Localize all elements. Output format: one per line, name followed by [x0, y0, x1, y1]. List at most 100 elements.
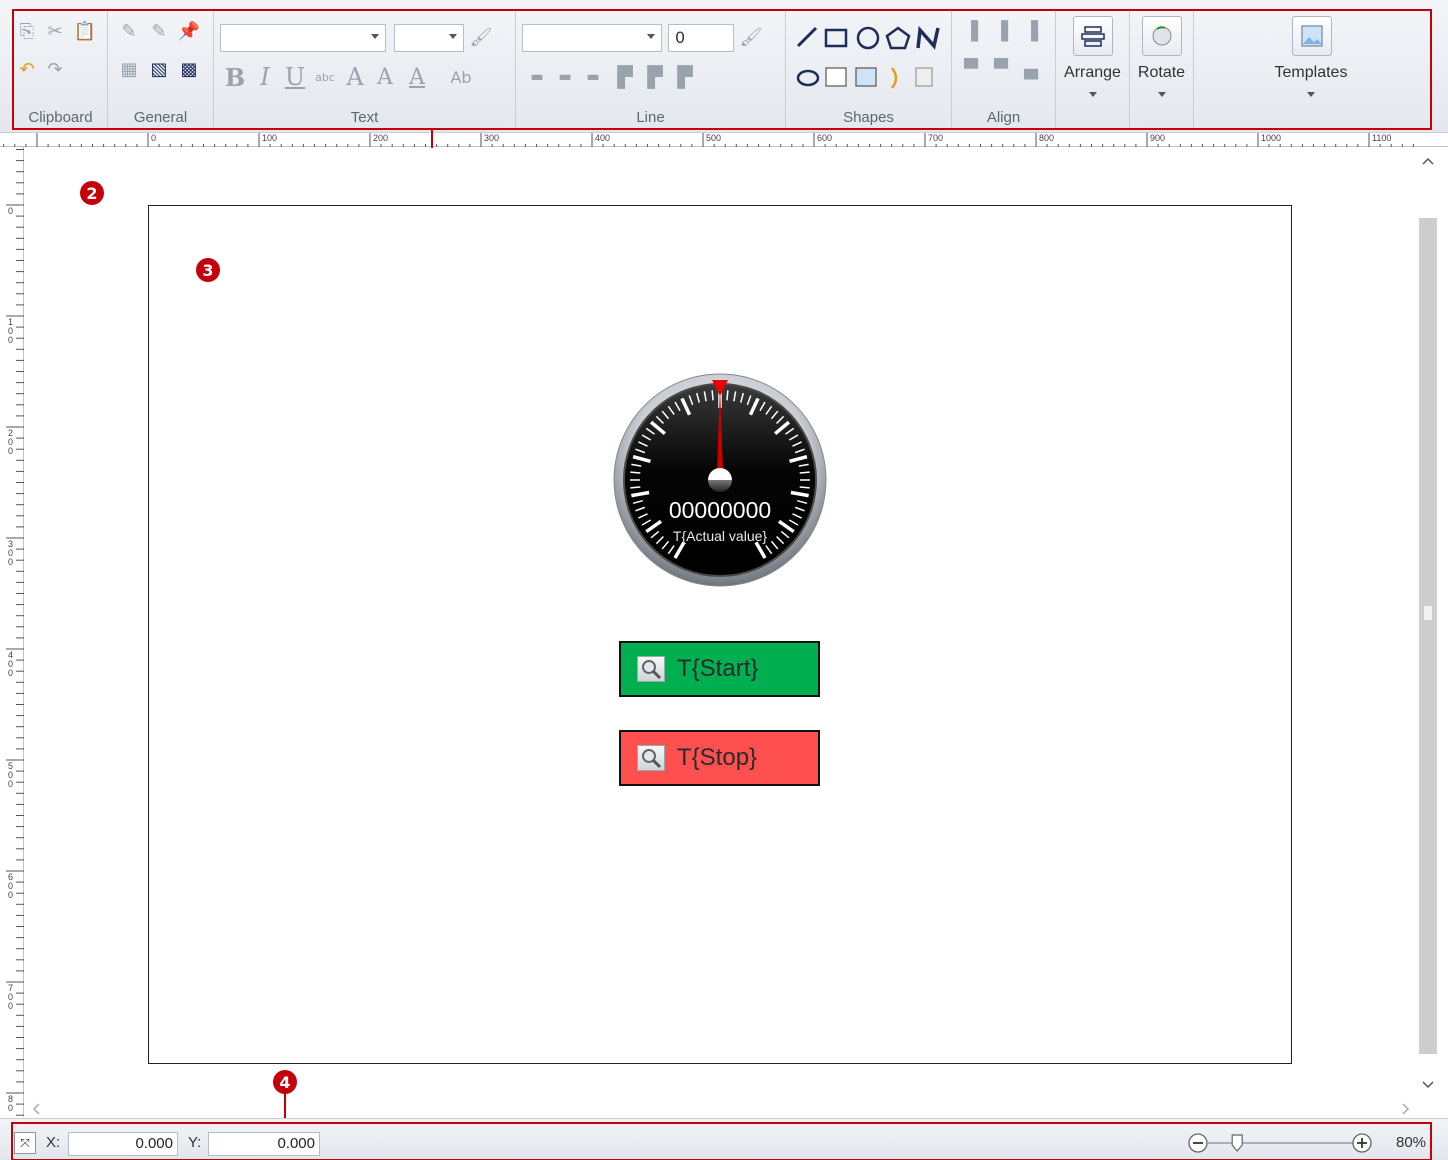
zoom-percentage: 80%: [1396, 1134, 1427, 1151]
align-right-icon[interactable]: ▐: [1020, 20, 1042, 42]
ruler-label: 600: [817, 133, 833, 143]
ruler-label: 2 0 0: [8, 428, 14, 456]
image-tool-icon[interactable]: [855, 67, 877, 87]
underline-icon[interactable]: U: [284, 63, 306, 91]
gauge-hub: [708, 468, 732, 492]
format-painter-copy-icon[interactable]: ✎: [148, 20, 170, 42]
callout-badge-4: 4: [273, 1070, 297, 1094]
rectangle-tool-icon[interactable]: [824, 28, 848, 48]
undo-icon[interactable]: ↶: [16, 58, 38, 80]
strikethrough-icon[interactable]: abc: [314, 66, 336, 88]
rotate-button[interactable]: Rotate: [1130, 64, 1193, 82]
grow-font-icon[interactable]: A: [344, 63, 366, 91]
ruler-label: 6 0 0: [8, 872, 14, 900]
shape-tools: [796, 25, 940, 89]
align-left-icon[interactable]: ▐: [960, 20, 982, 42]
gauge-value-display: 00000000: [669, 497, 771, 523]
connector-tool-icon[interactable]: [890, 67, 898, 89]
line-end-arrow-icon[interactable]: ▬: [526, 66, 548, 88]
zoom-thumb[interactable]: [1231, 1134, 1243, 1152]
line-end-round-icon[interactable]: ▬: [554, 66, 576, 88]
corner-square-icon[interactable]: ▛: [614, 65, 636, 89]
scroll-right-icon[interactable]: [1402, 1103, 1410, 1115]
vertical-scrollbar[interactable]: [1417, 148, 1439, 1100]
ribbon-group-label: Text: [350, 109, 379, 126]
corner-round-icon[interactable]: ▛: [674, 65, 696, 89]
line-width-input[interactable]: 0: [668, 24, 734, 52]
ruler-label: 1000: [1261, 133, 1282, 143]
start-button[interactable]: T{Start}: [619, 641, 820, 697]
arrange-icon[interactable]: [1073, 16, 1113, 56]
ruler-label: 900: [1150, 133, 1166, 143]
ribbon-group-rotate[interactable]: Rotate: [1130, 10, 1194, 130]
corner-bevel-icon[interactable]: ▛: [644, 65, 666, 89]
ribbon-group-label: General: [133, 109, 188, 126]
zoom-slider[interactable]: [1186, 1131, 1376, 1155]
font-color-icon[interactable]: A: [406, 65, 428, 90]
scroll-left-icon[interactable]: [32, 1103, 40, 1115]
italic-icon[interactable]: I: [254, 63, 276, 91]
format-painter-icon[interactable]: ✎: [118, 20, 140, 42]
font-family-combo[interactable]: [220, 24, 386, 52]
copy-icon[interactable]: ⎘: [16, 20, 38, 42]
select-icon[interactable]: ▧: [148, 58, 170, 80]
start-button-label: T{Start}: [677, 655, 759, 682]
gauge-tick: [711, 390, 714, 401]
component-tool-icon[interactable]: [915, 67, 933, 87]
templates-button[interactable]: Templates: [1194, 64, 1428, 82]
ribbon-group-general: ✎ ✎ 📌 ▦ ▧ ▩ General: [108, 10, 214, 130]
y-coordinate-field[interactable]: 0.000: [208, 1132, 320, 1156]
pin-icon[interactable]: 📌: [178, 20, 200, 42]
polyline-tool-icon[interactable]: [916, 25, 940, 50]
gauge-caption: T{Actual value}: [673, 528, 767, 544]
line-color-icon[interactable]: 🖌: [740, 26, 763, 48]
templates-icon[interactable]: [1292, 16, 1332, 56]
ellipse-tool-icon[interactable]: [796, 69, 820, 87]
paste-icon[interactable]: 📋: [74, 20, 96, 42]
ruler-label: 300: [484, 133, 500, 143]
ruler-label: 500: [706, 133, 722, 143]
callout-badge-3: 3: [196, 258, 220, 282]
ruler-label: 200: [373, 133, 389, 143]
shrink-font-icon[interactable]: A: [374, 65, 396, 90]
ribbon-group-templates[interactable]: Templates: [1194, 10, 1428, 130]
text-color-icon[interactable]: 🖌: [470, 26, 493, 48]
grid-icon[interactable]: ▦: [118, 58, 140, 80]
cut-icon[interactable]: ✂: [44, 20, 66, 42]
horizontal-ruler: 0 100 200 300 400 500 600 700 800 900 1000 1100: [0, 133, 1448, 147]
scroll-up-icon[interactable]: [1422, 157, 1434, 165]
align-bottom-icon[interactable]: ▄: [1020, 58, 1042, 80]
font-size-combo[interactable]: [394, 24, 464, 52]
ruler-label: 0: [8, 206, 14, 216]
horizontal-scrollbar[interactable]: [25, 1100, 1417, 1118]
textbox-tool-icon[interactable]: [825, 67, 847, 87]
hmi-page-canvas[interactable]: [148, 205, 1292, 1064]
vertical-scroll-thumb[interactable]: [1419, 218, 1437, 1054]
line-style-combo[interactable]: [522, 24, 662, 52]
speed-gauge[interactable]: 00000000 T{Actual value}: [612, 372, 828, 588]
align-center-icon[interactable]: ▐: [990, 20, 1012, 42]
x-coordinate-field[interactable]: 0.000: [68, 1132, 178, 1156]
ruler-label: 800: [1039, 133, 1055, 143]
ribbon-group-arrange[interactable]: Arrange: [1056, 10, 1130, 130]
arrange-button[interactable]: Arrange: [1056, 64, 1129, 82]
x-coordinate-label: X:: [46, 1134, 61, 1151]
ribbon-group-label: Align: [986, 109, 1021, 126]
polygon-tool-icon[interactable]: [885, 26, 911, 50]
properties-icon[interactable]: ▩: [178, 58, 200, 80]
circle-tool-icon[interactable]: [856, 26, 880, 50]
gauge-tick: [630, 471, 641, 474]
text-effects-icon[interactable]: Ab: [450, 66, 472, 88]
scroll-down-icon[interactable]: [1422, 1081, 1434, 1089]
bold-icon[interactable]: B: [224, 63, 246, 92]
align-middle-icon[interactable]: ▀: [990, 58, 1012, 80]
rotate-icon[interactable]: [1142, 16, 1182, 56]
align-top-icon[interactable]: ▀: [960, 58, 982, 80]
fit-to-page-icon[interactable]: ⤧: [14, 1132, 36, 1154]
line-end-square-icon[interactable]: ▬: [582, 66, 604, 88]
redo-icon[interactable]: ↷: [44, 58, 66, 80]
line-tool-icon[interactable]: [796, 26, 818, 48]
stop-button[interactable]: T{Stop}: [619, 730, 820, 786]
ribbon-group-line: 0 🖌 ▬ ▬ ▬ ▛ ▛ ▛ Line: [516, 10, 786, 130]
chevron-down-icon: [1089, 92, 1097, 97]
